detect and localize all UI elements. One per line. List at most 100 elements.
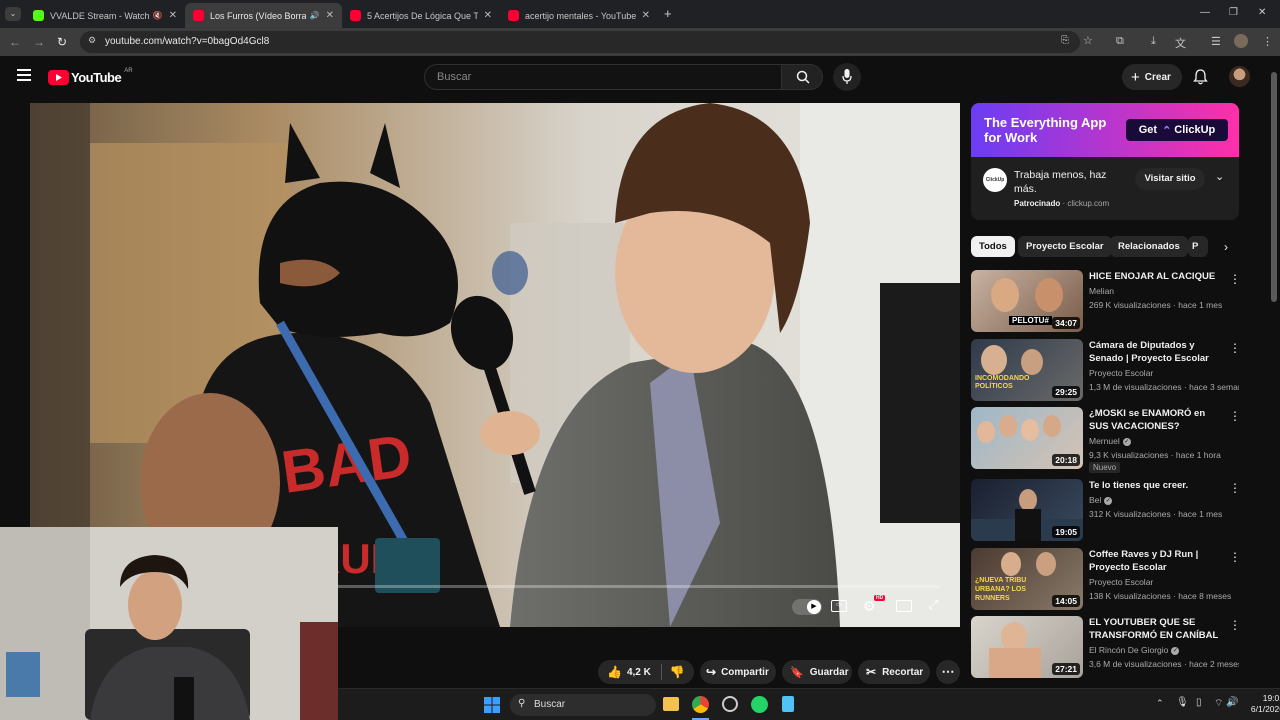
- list-item[interactable]: INCOMODANDO POLÍTICOS 29:25 Cámara de Di…: [971, 339, 1241, 401]
- more-options-icon[interactable]: ⋮: [1229, 550, 1241, 564]
- thumbs-down-icon[interactable]: 👎: [670, 665, 685, 679]
- profile-avatar-icon[interactable]: [1234, 34, 1248, 48]
- close-icon[interactable]: ✕: [484, 10, 492, 21]
- battery-icon[interactable]: ▯: [1196, 697, 1202, 708]
- muted-icon[interactable]: 🔇: [153, 11, 163, 20]
- close-window-icon[interactable]: ✕: [1258, 7, 1266, 18]
- download-icon[interactable]: ⤓: [1151, 35, 1156, 48]
- minimize-icon[interactable]: —: [1200, 7, 1210, 18]
- search-box[interactable]: [424, 64, 782, 90]
- save-button[interactable]: 🔖 Guardar: [782, 660, 852, 684]
- video-title[interactable]: EL YOUTUBER QUE SE TRANSFORMÓ EN CANÍBAL…: [1089, 616, 1221, 642]
- subtitles-icon[interactable]: ▭: [831, 600, 847, 612]
- forward-icon[interactable]: →: [33, 35, 45, 49]
- bookmark-star-icon[interactable]: ☆: [1083, 34, 1093, 47]
- video-title[interactable]: HICE ENOJAR AL CACIQUE: [1089, 270, 1221, 283]
- reading-list-icon[interactable]: ☰: [1211, 35, 1221, 48]
- windows-start-icon[interactable]: [484, 697, 500, 713]
- chip-more[interactable]: P: [1188, 236, 1208, 257]
- search-input[interactable]: [437, 71, 767, 83]
- channel-name[interactable]: Bel ✓: [1089, 495, 1113, 505]
- close-icon[interactable]: ✕: [642, 10, 650, 21]
- fullscreen-icon[interactable]: ⤢: [928, 597, 938, 613]
- video-thumbnail[interactable]: PELOTU# 34:07: [971, 270, 1083, 332]
- tab-los-furros[interactable]: Los Furros (Vídeo Borrado) 🔊 ✕: [185, 3, 342, 28]
- channel-name[interactable]: Mernuel ✓: [1089, 436, 1131, 446]
- more-actions-icon[interactable]: ⋯: [936, 660, 960, 684]
- ad-get-button[interactable]: Get ⌃ ClickUp: [1126, 119, 1228, 141]
- tab-vvalde[interactable]: VVALDE Stream - Watch Live 🔇 ✕: [25, 3, 185, 28]
- visit-site-button[interactable]: Visitar sitio: [1135, 168, 1205, 190]
- chip-proyecto-escolar[interactable]: Proyecto Escolar: [1018, 236, 1112, 257]
- chip-todos[interactable]: Todos: [971, 236, 1015, 257]
- wifi-icon[interactable]: ⌔: [1214, 697, 1223, 710]
- more-options-icon[interactable]: ⋮: [1229, 618, 1241, 632]
- address-bar[interactable]: ⚙ youtube.com/watch?v=0bagOd4Gcl8 ⎘ ☆: [80, 31, 1093, 53]
- hamburger-menu-icon[interactable]: [17, 69, 31, 81]
- file-explorer-icon[interactable]: [663, 697, 679, 711]
- miniplayer-icon[interactable]: [896, 600, 912, 612]
- channel-name[interactable]: Proyecto Escolar: [1089, 577, 1153, 587]
- app-icon[interactable]: [722, 696, 738, 712]
- chevron-up-icon[interactable]: ⌃: [1156, 698, 1164, 709]
- tab-acertijo-mentales[interactable]: acertijo mentales - YouTube ✕: [500, 3, 658, 28]
- list-item[interactable]: 27:21 EL YOUTUBER QUE SE TRANSFORMÓ EN C…: [971, 616, 1241, 678]
- volume-icon[interactable]: 🔊: [1226, 697, 1238, 708]
- chevron-down-icon[interactable]: ⌄: [1215, 170, 1224, 183]
- account-avatar[interactable]: [1229, 66, 1250, 87]
- browser-menu-icon[interactable]: ⋮: [1262, 35, 1273, 48]
- video-thumbnail[interactable]: 27:21: [971, 616, 1083, 678]
- thumbs-up-icon[interactable]: 👍: [607, 665, 622, 679]
- new-tab-icon[interactable]: +: [664, 6, 672, 21]
- tab-search-icon[interactable]: ⌄: [5, 7, 21, 21]
- video-title[interactable]: Coffee Raves y DJ Run | Proyecto Escolar: [1089, 548, 1221, 574]
- whatsapp-icon[interactable]: [751, 696, 768, 713]
- ad-card[interactable]: The Everything App for Work Get ⌃ ClickU…: [971, 103, 1239, 220]
- chrome-icon[interactable]: [692, 696, 709, 713]
- video-thumbnail[interactable]: ¿NUEVA TRIBU URBANA? LOS RUNNERS 14:05: [971, 548, 1083, 610]
- tab-acertijos-logica[interactable]: 5 Acertijos De Lógica Que Te Sorprenderá…: [342, 3, 500, 28]
- channel-name[interactable]: El Rincón De Giorgio ✓: [1089, 645, 1180, 655]
- clock[interactable]: 19:01 6/1/2026: [1240, 693, 1280, 715]
- page-scrollbar[interactable]: [1271, 72, 1277, 302]
- youtube-logo[interactable]: YouTube AR: [48, 68, 133, 85]
- ad-banner[interactable]: The Everything App for Work Get ⌃ ClickU…: [971, 103, 1239, 157]
- notifications-bell-icon[interactable]: [1193, 69, 1208, 85]
- more-options-icon[interactable]: ⋮: [1229, 409, 1241, 423]
- taskbar-search[interactable]: ⚲ Buscar: [510, 694, 656, 716]
- search-button[interactable]: [781, 64, 823, 90]
- list-item[interactable]: PELOTU# 34:07 HICE ENOJAR AL CACIQUE Mel…: [971, 270, 1241, 332]
- clip-button[interactable]: ✂ Recortar: [858, 660, 930, 684]
- close-icon[interactable]: ✕: [326, 10, 334, 21]
- video-thumbnail[interactable]: 20:18: [971, 407, 1083, 469]
- more-options-icon[interactable]: ⋮: [1229, 272, 1241, 286]
- list-item[interactable]: 19:05 Te lo tienes que creer. Bel ✓ 312 K…: [971, 479, 1241, 541]
- restore-icon[interactable]: ❐: [1229, 7, 1238, 18]
- advertiser-logo[interactable]: ClickUp: [983, 168, 1007, 192]
- video-title[interactable]: ¿MOSKI se ENAMORÓ en SUS VACACIONES?: [1089, 407, 1221, 433]
- site-info-icon[interactable]: ⚙: [88, 35, 96, 46]
- more-options-icon[interactable]: ⋮: [1229, 481, 1241, 495]
- extensions-icon[interactable]: ⧉: [1116, 35, 1124, 48]
- video-thumbnail[interactable]: INCOMODANDO POLÍTICOS 29:25: [971, 339, 1083, 401]
- translate-icon[interactable]: 文: [1175, 35, 1186, 51]
- list-item[interactable]: 20:18 ¿MOSKI se ENAMORÓ en SUS VACACIONE…: [971, 407, 1241, 473]
- reload-icon[interactable]: ↻: [57, 35, 67, 49]
- more-options-icon[interactable]: ⋮: [1229, 341, 1241, 355]
- chip-relacionados[interactable]: Relacionados: [1110, 236, 1188, 257]
- microphone-tray-icon[interactable]: 🎙: [1176, 697, 1189, 708]
- notepad-icon[interactable]: [782, 696, 794, 712]
- progress-bar[interactable]: [335, 585, 940, 588]
- autoplay-toggle[interactable]: ▶: [792, 599, 822, 615]
- share-button[interactable]: ↪ Compartir: [700, 660, 776, 684]
- list-item[interactable]: ¿NUEVA TRIBU URBANA? LOS RUNNERS 14:05 C…: [971, 548, 1241, 610]
- video-title[interactable]: Cámara de Diputados y Senado | Proyecto …: [1089, 339, 1221, 365]
- like-count[interactable]: 4,2 K: [627, 667, 651, 678]
- video-title[interactable]: Te lo tienes que creer.: [1089, 479, 1221, 492]
- install-icon[interactable]: ⎘: [1061, 35, 1069, 46]
- back-icon[interactable]: ←: [9, 35, 21, 49]
- video-thumbnail[interactable]: 19:05: [971, 479, 1083, 541]
- create-button[interactable]: + Crear: [1122, 64, 1182, 90]
- channel-name[interactable]: Proyecto Escolar: [1089, 368, 1153, 378]
- close-icon[interactable]: ✕: [169, 10, 177, 21]
